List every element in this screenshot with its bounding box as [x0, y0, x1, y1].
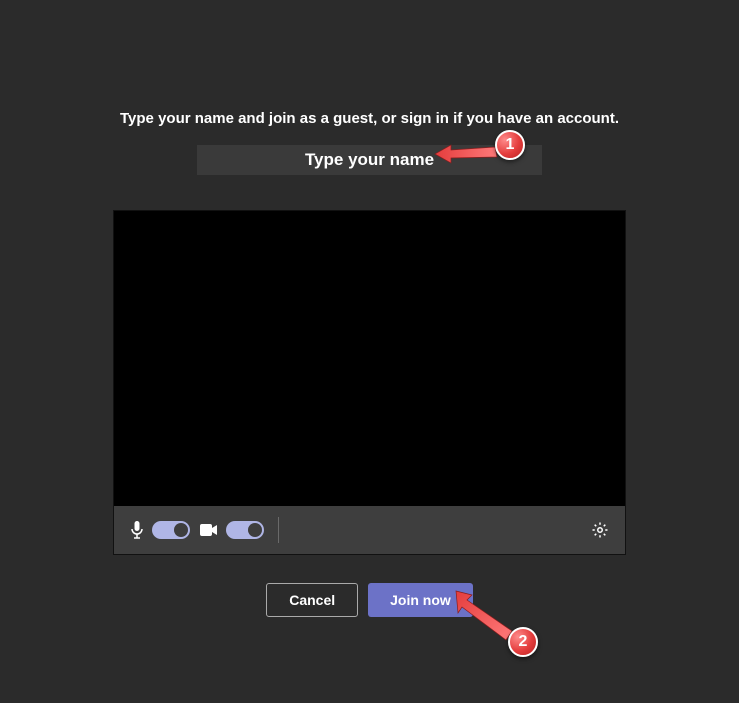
media-controls-bar	[114, 506, 625, 554]
gear-icon	[591, 521, 609, 539]
join-meeting-panel: Type your name and join as a guest, or s…	[0, 0, 739, 617]
controls-divider	[278, 517, 279, 543]
action-buttons-row: Cancel Join now	[266, 583, 473, 617]
camera-toggle[interactable]	[226, 521, 264, 539]
mic-control-group	[130, 521, 190, 539]
mic-toggle[interactable]	[152, 521, 190, 539]
device-settings-button[interactable]	[591, 521, 609, 539]
join-now-button[interactable]: Join now	[368, 583, 473, 617]
guest-name-input[interactable]	[197, 145, 542, 175]
video-preview	[114, 211, 625, 506]
instruction-text: Type your name and join as a guest, or s…	[120, 110, 619, 127]
camera-control-group	[200, 521, 264, 539]
preview-card	[113, 210, 626, 555]
annotation-badge: 2	[508, 627, 538, 657]
microphone-icon	[130, 521, 144, 539]
cancel-button[interactable]: Cancel	[266, 583, 358, 617]
name-input-container	[197, 145, 542, 175]
camera-icon	[200, 524, 218, 536]
